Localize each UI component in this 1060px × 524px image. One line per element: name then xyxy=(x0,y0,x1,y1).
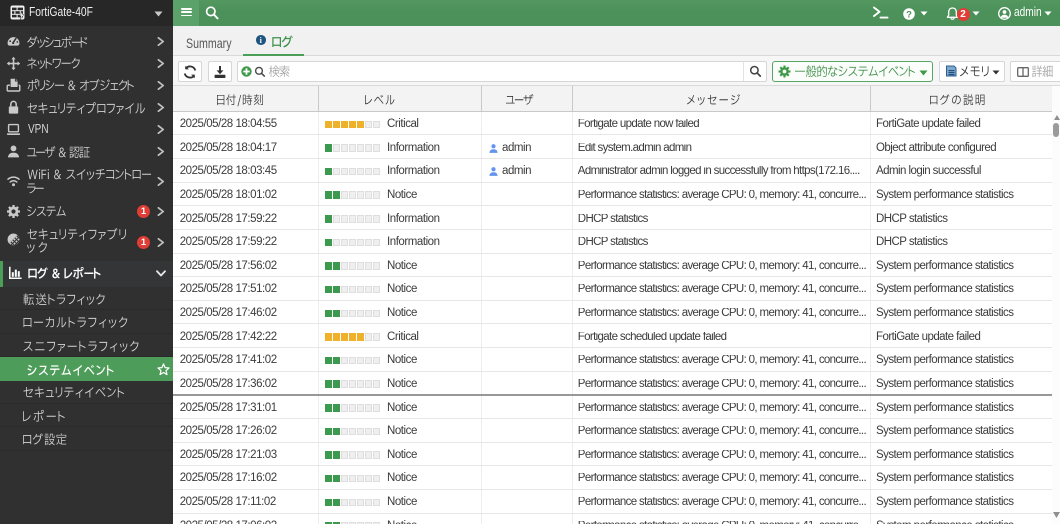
svg-text:?: ? xyxy=(906,9,912,20)
